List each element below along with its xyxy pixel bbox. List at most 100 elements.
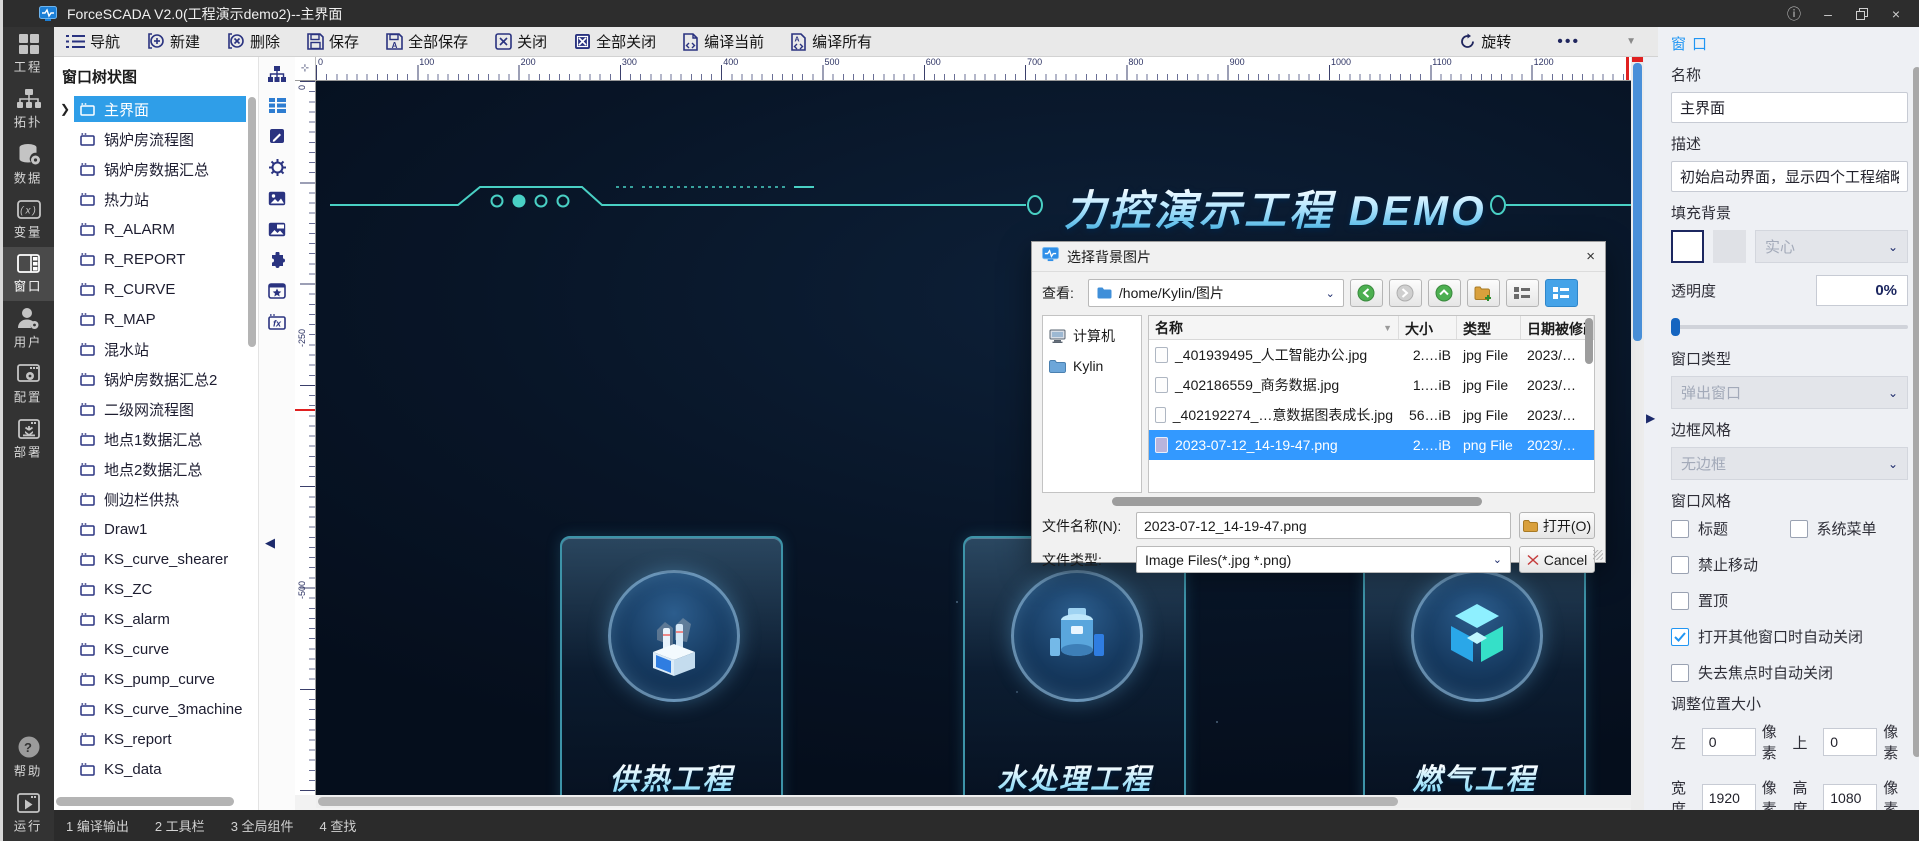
fill-style-dropdown[interactable]: 实心 ⌄ <box>1755 230 1908 263</box>
status-tab[interactable]: 3 全局组件 <box>231 816 294 835</box>
settings-tool-icon[interactable] <box>265 156 289 178</box>
tree-item[interactable]: ❯ KS_curve_shearer <box>54 544 258 574</box>
tree-horizontal-scrollbar[interactable] <box>54 796 258 807</box>
left-input[interactable] <box>1702 728 1756 756</box>
status-tab[interactable]: 1 编译输出 <box>66 816 129 835</box>
compile-current-button[interactable]: 编译当前 <box>683 31 764 52</box>
forward-button[interactable] <box>1389 279 1422 307</box>
tree-item[interactable]: ❯ 二级网流程图 <box>54 394 258 424</box>
compile-all-button[interactable]: A 编译所有 <box>791 31 872 52</box>
tree-item[interactable]: ❯ 热力站 <box>54 184 258 214</box>
canvas-horizontal-scrollbar[interactable] <box>316 795 1631 808</box>
tree-item[interactable]: ❯ KS_report <box>54 724 258 754</box>
dialog-titlebar[interactable]: 选择背景图片 × <box>1032 242 1605 272</box>
file-row[interactable]: _402192274_…意数据图表成长.jpg 56…iB jpg File 2… <box>1149 400 1594 430</box>
file-table-vertical-scrollbar[interactable] <box>1585 318 1593 364</box>
column-header-size[interactable]: 大小 <box>1399 316 1457 339</box>
topology-tool-icon[interactable] <box>265 63 289 85</box>
sidebar-item-window[interactable]: 窗口 <box>3 247 54 301</box>
rotate-button[interactable]: 旋转 <box>1459 31 1511 52</box>
canvas-vertical-scrollbar[interactable] <box>1631 57 1644 810</box>
column-header-date[interactable]: 日期被修改 <box>1521 316 1594 339</box>
fill-secondary-swatch[interactable] <box>1713 230 1746 263</box>
opacity-slider[interactable] <box>1671 316 1908 338</box>
style-checkbox[interactable]: 失去焦点时自动关闭 <box>1671 662 1908 683</box>
panel-vertical-scrollbar[interactable] <box>1913 67 1919 757</box>
window-type-dropdown[interactable]: 弹出窗口 ⌄ <box>1671 376 1908 409</box>
card-gas-project[interactable]: 燃气工程 <box>1363 536 1586 795</box>
save-all-button[interactable]: A 全部保存 <box>386 31 468 52</box>
edit-tool-icon[interactable] <box>265 125 289 147</box>
sidebar-item-deploy[interactable]: 部署 <box>3 412 54 467</box>
checkbox-box[interactable] <box>1790 520 1808 538</box>
top-input[interactable] <box>1823 728 1877 756</box>
checkbox-box[interactable] <box>1671 556 1689 574</box>
close-window-button[interactable]: 关闭 <box>495 31 547 52</box>
column-header-name[interactable]: 名称▼ <box>1149 316 1399 339</box>
plugin-tool-icon[interactable] <box>265 249 289 271</box>
new-folder-button[interactable] <box>1467 279 1500 307</box>
open-button[interactable]: 打开(O) <box>1519 512 1595 539</box>
tree-item[interactable]: ❯ R_MAP <box>54 304 258 334</box>
path-combobox[interactable]: /home/Kylin/图片 ⌄ <box>1088 279 1344 307</box>
list-view-button[interactable] <box>1506 279 1539 307</box>
file-name-input[interactable] <box>1136 512 1511 539</box>
checkbox-box[interactable] <box>1671 628 1689 646</box>
tree-item[interactable]: ❯ R_ALARM <box>54 214 258 244</box>
style-checkbox[interactable]: 系统菜单 <box>1790 518 1909 539</box>
description-input[interactable] <box>1671 161 1908 192</box>
delete-button[interactable]: 删除 <box>227 31 280 52</box>
image-format-tool-icon[interactable] <box>265 218 289 240</box>
style-checkbox[interactable]: 标题 <box>1671 518 1790 539</box>
detail-view-button[interactable] <box>1545 279 1578 307</box>
slider-handle[interactable] <box>1671 318 1680 336</box>
tile-list-tool-icon[interactable] <box>265 94 289 116</box>
style-checkbox[interactable]: 打开其他窗口时自动关闭 <box>1671 626 1908 647</box>
sidebar-item-config[interactable]: 配置 <box>3 357 54 412</box>
style-checkbox[interactable]: 禁止移动 <box>1671 554 1790 575</box>
image-tool-icon[interactable] <box>265 187 289 209</box>
file-row[interactable]: 2023-07-12_14-19-47.png 2.…iB png File 2… <box>1149 430 1594 460</box>
expander-icon[interactable]: ❯ <box>60 102 74 116</box>
checkbox-box[interactable] <box>1671 592 1689 610</box>
tree-item[interactable]: ❯ 侧边栏供热 <box>54 484 258 514</box>
tree-item[interactable]: ❯ Draw1 <box>54 514 258 544</box>
checkbox-box[interactable] <box>1671 664 1689 682</box>
tree-item[interactable]: ❯ KS_curve <box>54 634 258 664</box>
column-header-type[interactable]: 类型 <box>1457 316 1521 339</box>
favorite-window-tool-icon[interactable] <box>265 280 289 302</box>
place-computer[interactable]: 计算机 <box>1043 320 1141 352</box>
tree-item[interactable]: ❯ KS_curve_3machine <box>54 694 258 724</box>
tree-item[interactable]: ❯ 锅炉房流程图 <box>54 124 258 154</box>
sidebar-item-project[interactable]: 工程 <box>3 27 54 82</box>
toolbar-overflow-icon[interactable]: ▼ <box>1626 36 1636 47</box>
height-input[interactable] <box>1823 784 1877 810</box>
tree-vertical-scrollbar[interactable] <box>248 97 256 347</box>
border-style-dropdown[interactable]: 无边框 ⌄ <box>1671 447 1908 480</box>
close-button[interactable]: × <box>1883 3 1909 25</box>
tree-item[interactable]: ❯ R_REPORT <box>54 244 258 274</box>
tree-item[interactable]: ❯ R_CURVE <box>54 274 258 304</box>
checkbox-box[interactable] <box>1671 520 1689 538</box>
save-button[interactable]: 保存 <box>307 31 359 52</box>
tree-item[interactable]: ❯ KS_alarm <box>54 604 258 634</box>
back-button[interactable] <box>1350 279 1383 307</box>
tree-item[interactable]: ❯ KS_pump_curve <box>54 664 258 694</box>
tree-item[interactable]: ❯ 锅炉房数据汇总 <box>54 154 258 184</box>
dialog-close-button[interactable]: × <box>1586 248 1595 265</box>
fill-color-swatch[interactable] <box>1671 230 1704 263</box>
tree-item[interactable]: ❯ 锅炉房数据汇总2 <box>54 364 258 394</box>
nav-button[interactable]: 导航 <box>66 31 120 52</box>
minimize-button[interactable]: – <box>1815 3 1841 25</box>
restore-button[interactable] <box>1849 3 1875 25</box>
right-panel-collapse-handle[interactable]: ▶ <box>1646 411 1655 425</box>
sidebar-item-data[interactable]: 数据 <box>3 137 54 193</box>
up-button[interactable] <box>1428 279 1461 307</box>
status-tab[interactable]: 4 查找 <box>320 816 357 835</box>
file-row[interactable]: _402186559_商务数据.jpg 1.…iB jpg File 2023/… <box>1149 370 1594 400</box>
name-input[interactable] <box>1671 92 1908 123</box>
tree-item[interactable]: ❯ 混水站 <box>54 334 258 364</box>
tree-item[interactable]: ❯ 地点2数据汇总 <box>54 454 258 484</box>
new-button[interactable]: 新建 <box>147 31 200 52</box>
info-icon[interactable]: ⓘ <box>1781 3 1807 25</box>
